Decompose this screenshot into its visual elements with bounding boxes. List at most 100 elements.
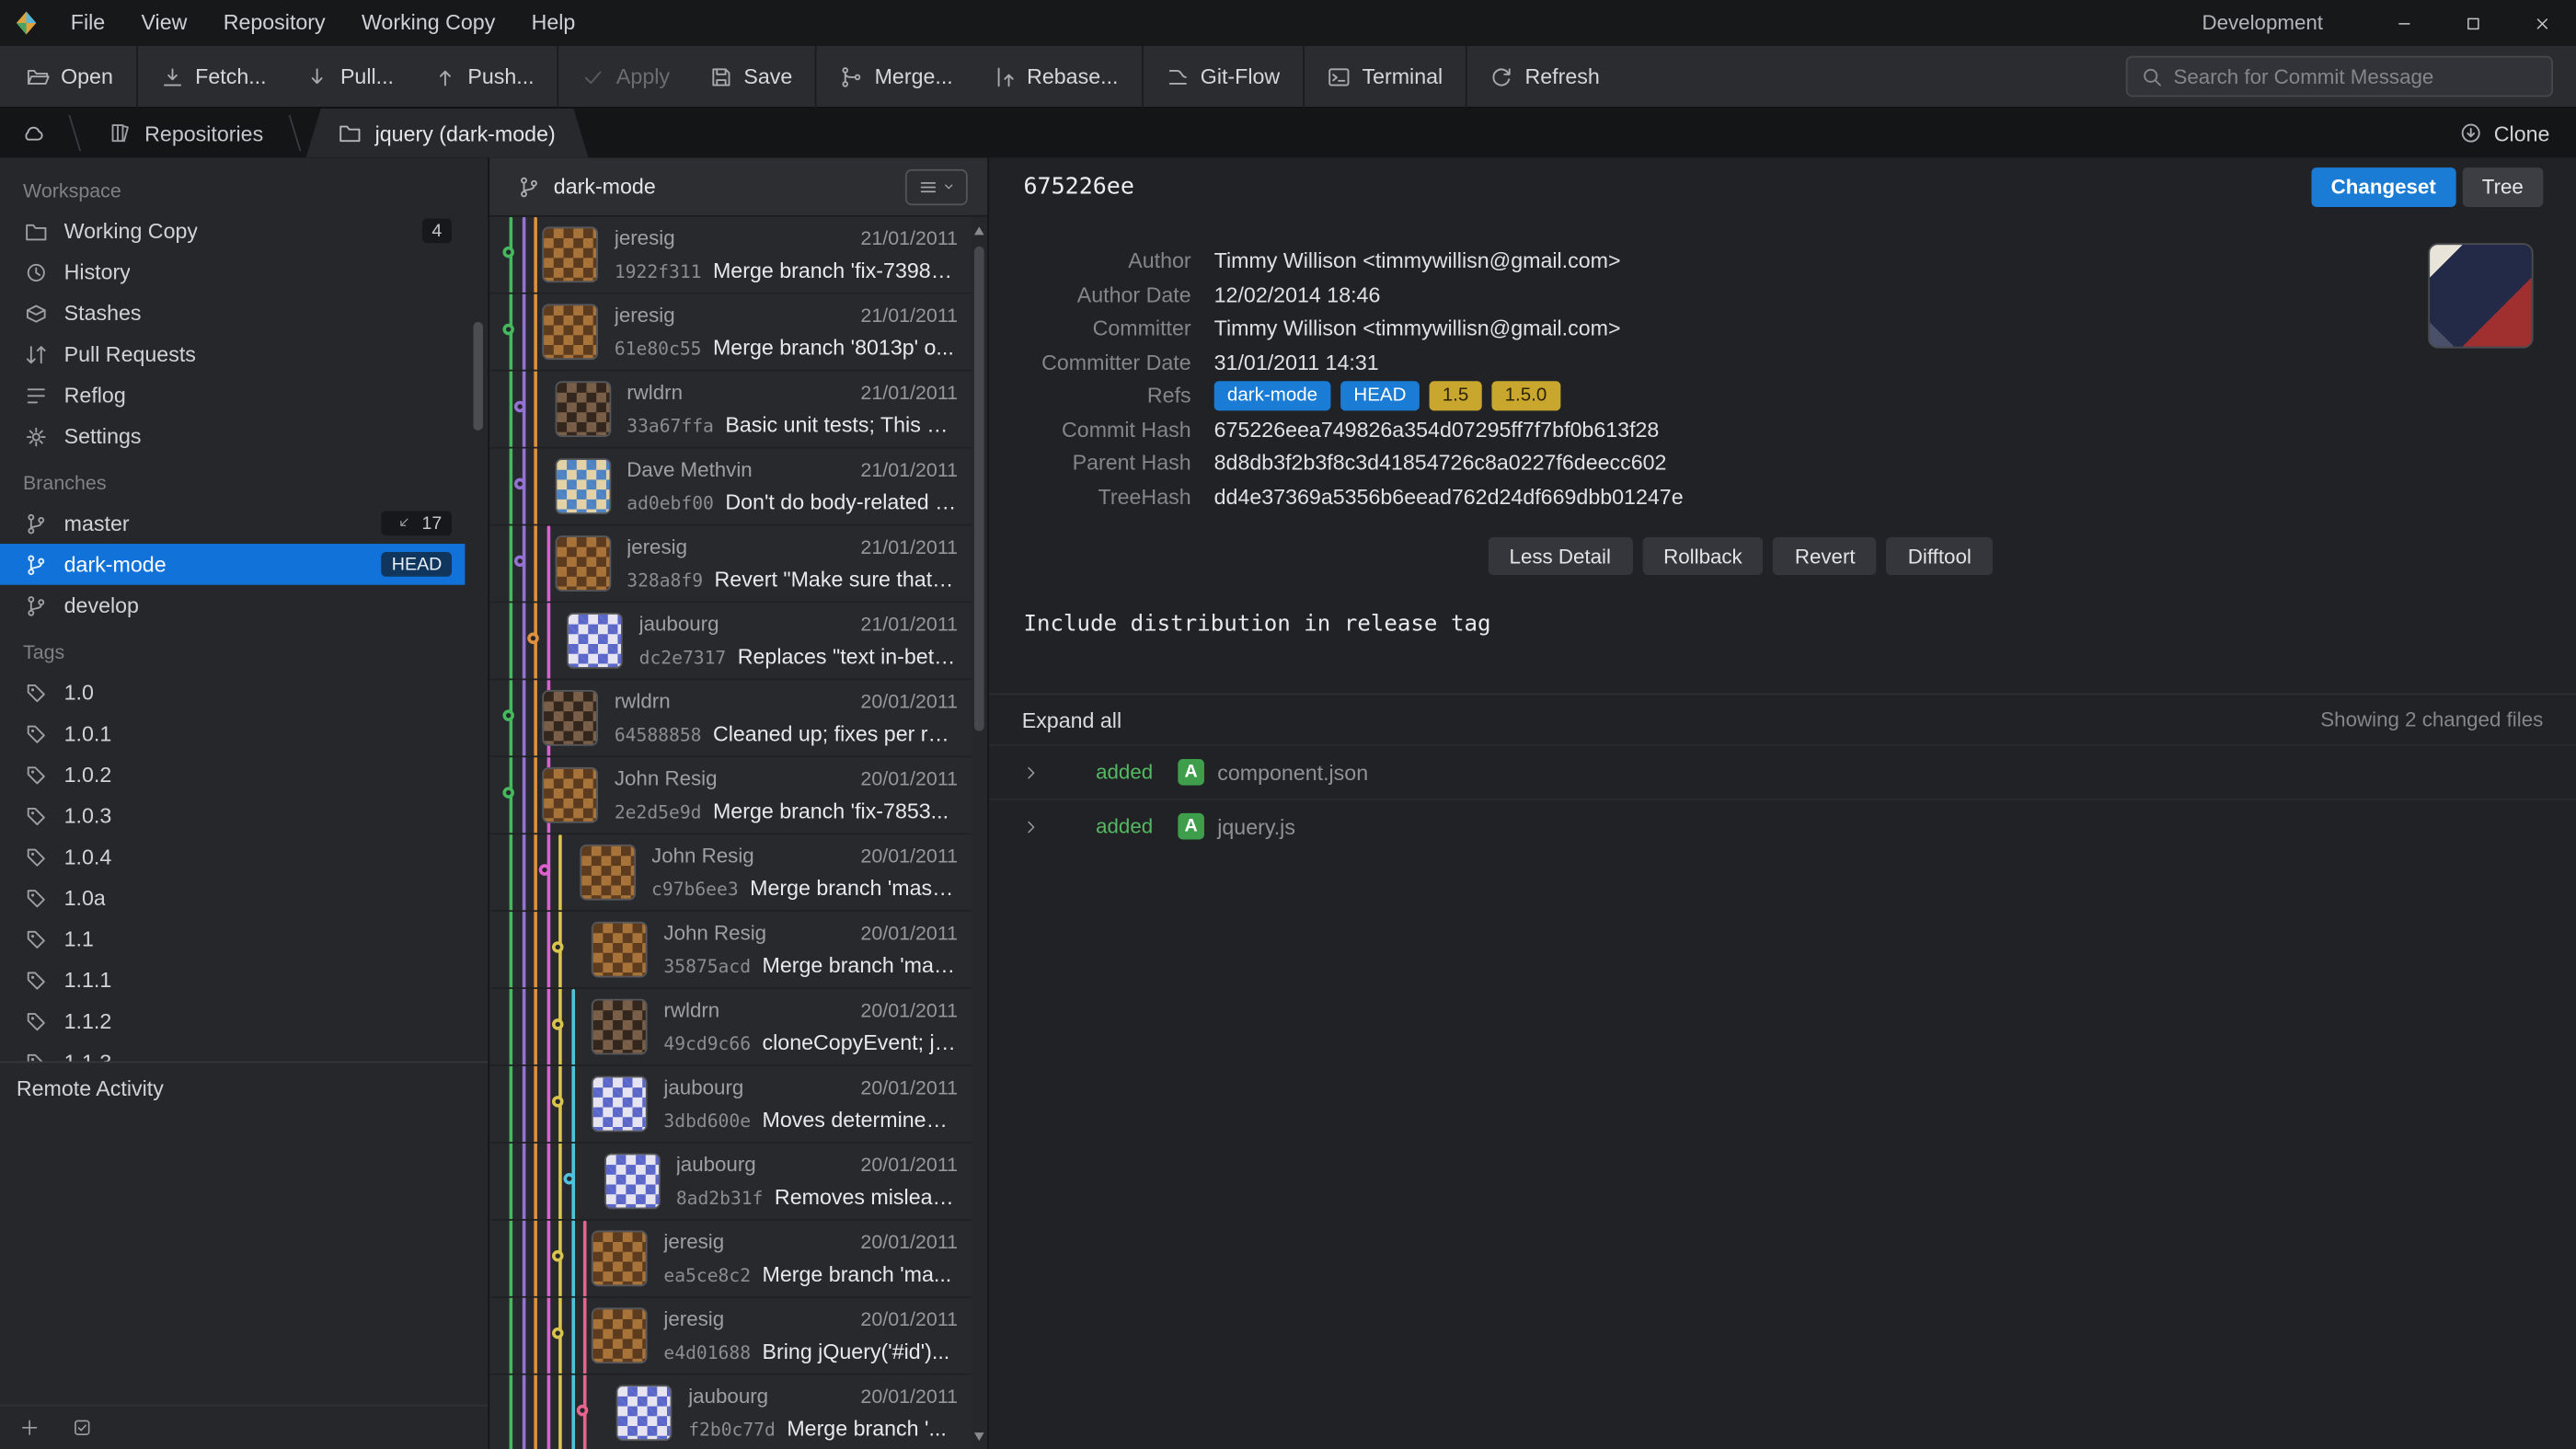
sidebar-item-settings[interactable]: Settings <box>0 416 465 457</box>
badge-text: 17 <box>421 513 442 533</box>
tab-tree[interactable]: Tree <box>2462 167 2543 207</box>
tab-changeset[interactable]: Changeset <box>2311 167 2455 207</box>
list-options-button[interactable] <box>905 168 968 204</box>
sidebar-scrollbar[interactable] <box>473 322 485 1068</box>
menu-help[interactable]: Help <box>513 0 593 46</box>
sidebar-item-1-1-1[interactable]: 1.1.1 <box>0 960 465 1001</box>
sidebar-item-master[interactable]: master17 <box>0 502 465 544</box>
sidebar-item-1-0-4[interactable]: 1.0.4 <box>0 836 465 878</box>
commit-author: jaubourg <box>688 1385 847 1408</box>
refs-list: dark-mode HEAD 1.5 1.5.0 <box>1214 380 1560 414</box>
commit-row[interactable]: jaubourg20/01/20118ad2b31fRemoves mislea… <box>489 1144 971 1221</box>
commit-row[interactable]: Dave Methvin21/01/2011ad0ebf00Don't do b… <box>489 449 971 526</box>
file-row[interactable]: addedAjquery.js <box>989 799 2576 853</box>
sidebar-item-1-0[interactable]: 1.0 <box>0 672 465 713</box>
sidebar-item-1-0-3[interactable]: 1.0.3 <box>0 795 465 836</box>
sidebar-item-1-0a[interactable]: 1.0a <box>0 878 465 919</box>
commit-row[interactable]: John Resig20/01/20112e2d5e9dMerge branch… <box>489 757 971 834</box>
commit-row[interactable]: rwldrn20/01/201149cd9c66cloneCopyEvent; … <box>489 989 971 1066</box>
sidebar-scroll-thumb[interactable] <box>473 322 483 431</box>
sidebar-item-develop[interactable]: develop <box>0 585 465 627</box>
sidebar-item-label: Settings <box>64 424 142 449</box>
commit-list-scroll-thumb[interactable] <box>974 247 984 731</box>
menu-view[interactable]: View <box>123 0 205 46</box>
git-flow-button[interactable]: Git-Flow <box>1146 45 1300 108</box>
menu-working-copy[interactable]: Working Copy <box>343 0 513 46</box>
commit-row[interactable]: jeresig21/01/20111922f311Merge branch 'f… <box>489 217 971 294</box>
search-input[interactable] <box>2174 65 2538 88</box>
rebase-button[interactable]: Rebase... <box>972 45 1138 108</box>
commit-row[interactable]: jaubourg20/01/20113dbd600eMoves determin… <box>489 1066 971 1144</box>
sidebar-item-1-1-2[interactable]: 1.1.2 <box>0 1001 465 1042</box>
ref-badge-head[interactable]: HEAD <box>1340 382 1420 411</box>
ref-badge-dark-mode[interactable]: dark-mode <box>1214 382 1331 411</box>
commit-row[interactable]: jeresig21/01/2011328a8f9Revert "Make sur… <box>489 525 971 603</box>
commit-subject: Merge branch 'ma... <box>763 1261 959 1286</box>
search-box[interactable] <box>2126 56 2553 98</box>
clone-button[interactable]: Clone <box>2433 109 2576 158</box>
commit-row[interactable]: John Resig20/01/201135875acdMerge branch… <box>489 912 971 989</box>
scroll-up-arrow-icon[interactable] <box>973 226 983 235</box>
detail-field-parent-hash: Parent Hash8d8db3f2b3f8c3d41854726c8a022… <box>989 447 2576 481</box>
checkbox-icon[interactable] <box>73 1418 92 1437</box>
open-button[interactable]: Open <box>6 45 132 108</box>
commit-row[interactable]: jeresig20/01/2011e4d01688Bring jQuery('#… <box>489 1298 971 1375</box>
commit-row[interactable]: jaubourg20/01/2011f2b0c77dMerge branch '… <box>489 1375 971 1449</box>
revert-button[interactable]: Revert <box>1774 537 1877 575</box>
menu-repository[interactable]: Repository <box>205 0 343 46</box>
field-label: Commit Hash <box>989 413 1191 447</box>
save-button[interactable]: Save <box>689 45 811 108</box>
commit-row-meta: jeresig21/01/2011 <box>627 535 958 558</box>
sidebar-item-dark-mode[interactable]: dark-modeHEAD <box>0 544 465 585</box>
file-row[interactable]: addedAcomponent.json <box>989 744 2576 799</box>
sidebar-item-1-1[interactable]: 1.1 <box>0 918 465 960</box>
sidebar-item-1-0-2[interactable]: 1.0.2 <box>0 754 465 796</box>
tab-repository[interactable]: jquery (dark-mode) <box>306 109 589 158</box>
sidebar-item-1-1-3[interactable]: 1.1.3 <box>0 1041 465 1061</box>
button-label: Fetch... <box>195 64 266 89</box>
cloud-button[interactable] <box>0 109 65 158</box>
commit-author-avatar <box>542 690 598 746</box>
commit-row[interactable]: jeresig21/01/201161e80c55Merge branch '8… <box>489 294 971 372</box>
ref-badge-1-5[interactable]: 1.5 <box>1429 382 1481 411</box>
sidebar-item-1-0-1[interactable]: 1.0.1 <box>0 713 465 754</box>
commit-row[interactable]: jeresig20/01/2011ea5ce8c2Merge branch 'm… <box>489 1221 971 1298</box>
commit-row[interactable]: rwldrn21/01/201133a67ffaBasic unit tests… <box>489 372 971 449</box>
difftool-button[interactable]: Difftool <box>1887 537 1994 575</box>
push-icon <box>433 65 456 88</box>
push-button[interactable]: Push... <box>413 45 554 108</box>
sidebar-item-history[interactable]: History <box>0 251 465 293</box>
commit-hash: 49cd9c66 <box>663 1033 751 1054</box>
pull-button[interactable]: Pull... <box>286 45 413 108</box>
sidebar-item-working-copy[interactable]: Working Copy4 <box>0 211 465 252</box>
merge-button[interactable]: Merge... <box>821 45 973 108</box>
commit-row[interactable]: rwldrn20/01/201164588858Cleaned up; fixe… <box>489 680 971 757</box>
commit-list-scrollbar[interactable] <box>971 217 987 1449</box>
maximize-button[interactable] <box>2438 0 2507 46</box>
refresh-button[interactable]: Refresh <box>1471 45 1620 108</box>
fetch-button[interactable]: Fetch... <box>141 45 286 108</box>
terminal-button[interactable]: Terminal <box>1308 45 1463 108</box>
rollback-button[interactable]: Rollback <box>1642 537 1764 575</box>
sidebar-item-pull-requests[interactable]: Pull Requests <box>0 334 465 375</box>
commit-row[interactable]: John Resig20/01/2011c97b6ee3Merge branch… <box>489 834 971 912</box>
add-repository-button[interactable] <box>19 1418 39 1437</box>
minimize-button[interactable] <box>2369 0 2438 46</box>
menu-file[interactable]: File <box>52 0 123 46</box>
commit-row[interactable]: jaubourg21/01/2011dc2e7317Replaces "text… <box>489 603 971 680</box>
button-label: Apply <box>616 64 670 89</box>
commit-date: 21/01/2011 <box>860 226 958 249</box>
commit-author: jeresig <box>627 535 847 558</box>
field-label: Committer Date <box>989 346 1191 380</box>
scroll-down-arrow-icon[interactable] <box>973 1432 983 1441</box>
sidebar-item-reflog[interactable]: Reflog <box>0 374 465 416</box>
sidebar-item-stashes[interactable]: Stashes <box>0 293 465 334</box>
expand-all-button[interactable]: Expand all <box>1022 707 1121 732</box>
commit-hash: 2e2d5e9d <box>615 801 702 822</box>
commit-row-meta: rwldrn20/01/2011 <box>615 690 958 713</box>
ref-badge-1-5-0[interactable]: 1.5.0 <box>1491 382 1559 411</box>
apply-button[interactable]: Apply <box>562 45 689 108</box>
breadcrumb-repositories[interactable]: Repositories <box>86 109 286 158</box>
close-button[interactable] <box>2507 0 2576 46</box>
less-detail-button[interactable]: Less Detail <box>1488 537 1632 575</box>
